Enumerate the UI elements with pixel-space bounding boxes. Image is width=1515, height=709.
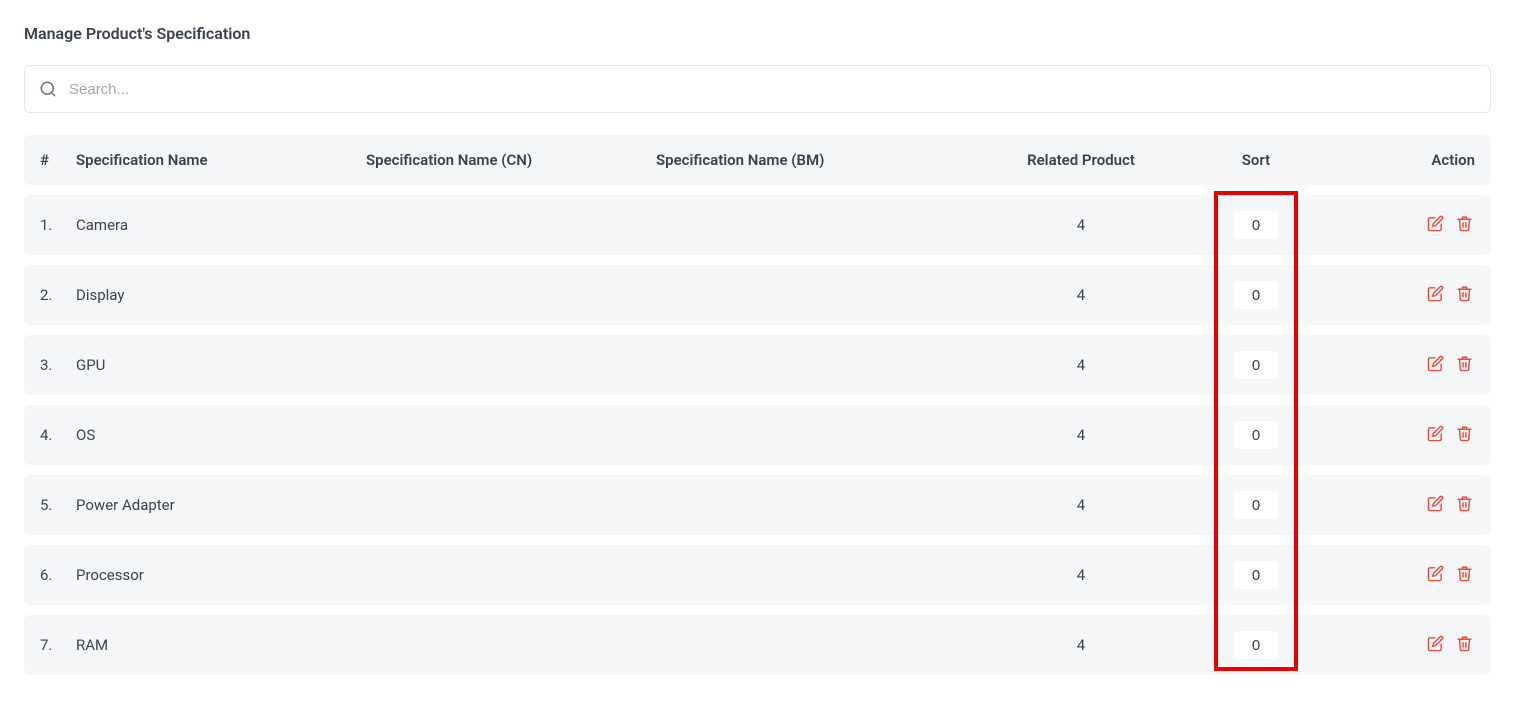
row-spec-name: GPU (76, 356, 366, 374)
row-actions (1346, 563, 1475, 587)
row-spec-name: Power Adapter (76, 496, 366, 514)
row-related: 4 (996, 356, 1166, 374)
row-num: 4. (40, 426, 76, 444)
header-name-bm: Specification Name (BM) (656, 151, 996, 169)
edit-button[interactable] (1425, 493, 1446, 517)
trash-icon (1456, 215, 1473, 235)
edit-button[interactable] (1425, 283, 1446, 307)
edit-icon (1427, 355, 1444, 375)
row-actions (1346, 633, 1475, 657)
trash-icon (1456, 565, 1473, 585)
delete-button[interactable] (1454, 213, 1475, 237)
row-spec-name: RAM (76, 636, 366, 654)
sort-input[interactable] (1234, 421, 1278, 449)
row-spec-name: Camera (76, 216, 366, 234)
header-sort: Sort (1166, 151, 1346, 169)
trash-icon (1456, 635, 1473, 655)
sort-input[interactable] (1234, 631, 1278, 659)
page-title: Manage Product's Specification (24, 24, 1491, 43)
edit-button[interactable] (1425, 353, 1446, 377)
row-num: 2. (40, 286, 76, 304)
row-actions (1346, 213, 1475, 237)
edit-icon (1427, 495, 1444, 515)
row-actions (1346, 353, 1475, 377)
delete-button[interactable] (1454, 283, 1475, 307)
trash-icon (1456, 425, 1473, 445)
delete-button[interactable] (1454, 633, 1475, 657)
edit-icon (1427, 635, 1444, 655)
delete-button[interactable] (1454, 423, 1475, 447)
delete-button[interactable] (1454, 493, 1475, 517)
edit-button[interactable] (1425, 633, 1446, 657)
search-bar (24, 65, 1491, 113)
edit-icon (1427, 285, 1444, 305)
table-row: 6.Processor 4 (24, 545, 1491, 605)
sort-input[interactable] (1234, 491, 1278, 519)
row-num: 7. (40, 636, 76, 654)
header-name: Specification Name (76, 151, 366, 169)
row-related: 4 (996, 566, 1166, 584)
table-header: # Specification Name Specification Name … (24, 135, 1491, 185)
row-sort-cell (1166, 281, 1346, 309)
edit-icon (1427, 425, 1444, 445)
row-sort-cell (1166, 631, 1346, 659)
header-action: Action (1346, 151, 1475, 169)
header-num: # (40, 151, 76, 169)
row-num: 1. (40, 216, 76, 234)
row-spec-name: Processor (76, 566, 366, 584)
row-related: 4 (996, 426, 1166, 444)
row-num: 3. (40, 356, 76, 374)
search-icon (39, 80, 57, 98)
delete-button[interactable] (1454, 353, 1475, 377)
row-num: 6. (40, 566, 76, 584)
edit-icon (1427, 565, 1444, 585)
row-sort-cell (1166, 421, 1346, 449)
header-related: Related Product (996, 151, 1166, 169)
row-spec-name: OS (76, 426, 366, 444)
table-row: 3.GPU 4 (24, 335, 1491, 395)
sort-input[interactable] (1234, 351, 1278, 379)
trash-icon (1456, 495, 1473, 515)
delete-button[interactable] (1454, 563, 1475, 587)
table-row: 2.Display 4 (24, 265, 1491, 325)
sort-input[interactable] (1234, 211, 1278, 239)
table-row: 7.RAM 4 (24, 615, 1491, 675)
row-sort-cell (1166, 561, 1346, 589)
table-row: 5.Power Adapter 4 (24, 475, 1491, 535)
row-actions (1346, 283, 1475, 307)
row-sort-cell (1166, 211, 1346, 239)
row-num: 5. (40, 496, 76, 514)
table-row: 1.Camera 4 (24, 195, 1491, 255)
row-related: 4 (996, 286, 1166, 304)
edit-button[interactable] (1425, 423, 1446, 447)
table-row: 4.OS 4 (24, 405, 1491, 465)
row-related: 4 (996, 496, 1166, 514)
row-related: 4 (996, 636, 1166, 654)
sort-input[interactable] (1234, 561, 1278, 589)
search-input[interactable] (69, 81, 1476, 98)
trash-icon (1456, 285, 1473, 305)
sort-input[interactable] (1234, 281, 1278, 309)
trash-icon (1456, 355, 1473, 375)
row-actions (1346, 493, 1475, 517)
edit-button[interactable] (1425, 563, 1446, 587)
row-actions (1346, 423, 1475, 447)
header-name-cn: Specification Name (CN) (366, 151, 656, 169)
row-sort-cell (1166, 351, 1346, 379)
row-related: 4 (996, 216, 1166, 234)
row-sort-cell (1166, 491, 1346, 519)
row-spec-name: Display (76, 286, 366, 304)
edit-icon (1427, 215, 1444, 235)
edit-button[interactable] (1425, 213, 1446, 237)
